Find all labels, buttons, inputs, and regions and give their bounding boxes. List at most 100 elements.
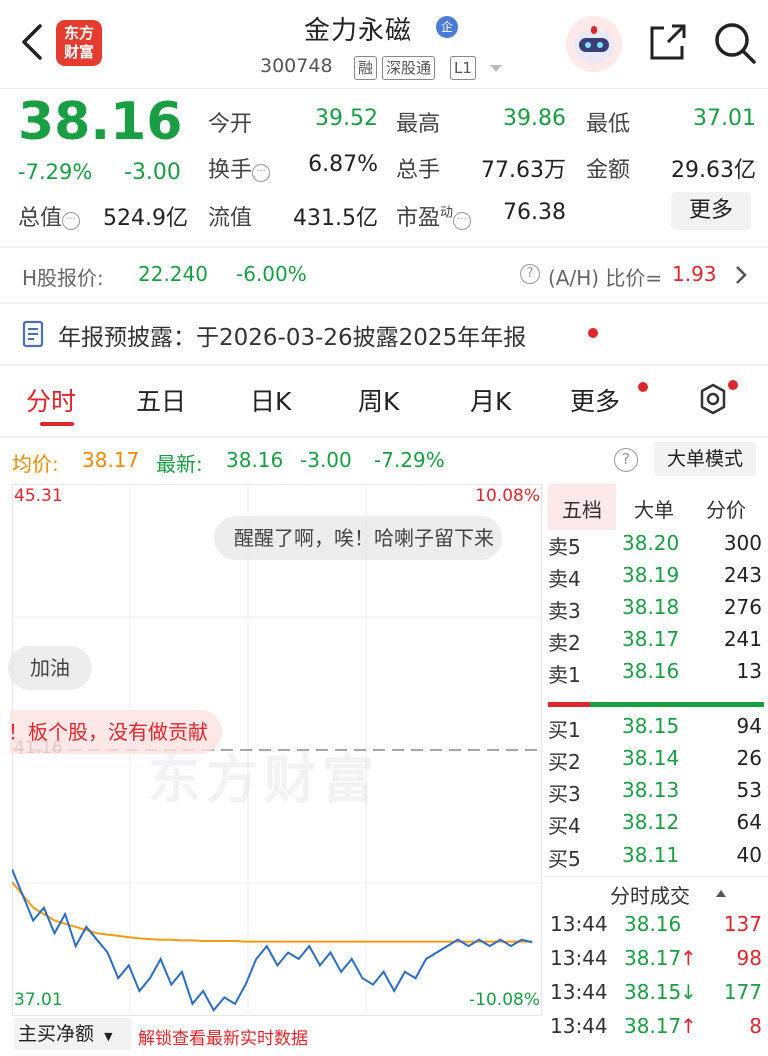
level-label: 买1 <box>548 718 581 742</box>
tick-price: 38.17 <box>624 1014 682 1038</box>
sell-level-row: 卖5 38.20 300 <box>548 531 764 563</box>
divider <box>0 88 768 89</box>
tick-time: 13:44 <box>550 912 608 936</box>
low-value: 37.01 <box>693 106 756 131</box>
tab-five-levels[interactable]: 五档 <box>562 494 602 523</box>
level-label: 买3 <box>548 782 581 806</box>
indicator-dropdown[interactable]: 主买净额 ▼ <box>14 1018 132 1050</box>
buy-level-row: 买3 38.13 53 <box>548 778 764 810</box>
open-label: 今开 <box>208 112 253 137</box>
app-header: 东方 财富 金力永磁 企 300748 融 深股通 L1 <box>0 0 768 88</box>
ah-ratio-value: 1.93 <box>672 262 717 286</box>
info-icon[interactable]: ··· <box>453 212 472 230</box>
amount-label: 金额 <box>586 158 631 183</box>
tag-level1: L1 <box>450 56 476 80</box>
level-volume: 243 <box>723 563 762 587</box>
tab-five-day[interactable]: 五日 <box>136 382 186 418</box>
document-icon <box>22 320 44 348</box>
intraday-chart[interactable]: 45.31 10.08% 41.16 37.01 -10.08% 东方财富 醒醒… <box>8 484 542 1016</box>
level-price: 38.13 <box>622 778 680 802</box>
float-value: 431.5亿 <box>293 206 378 231</box>
tag-margin: 融 <box>354 56 378 80</box>
tick-row: 13:44 38.17 ↑ 98 <box>548 946 764 980</box>
sell-level-row: 卖1 38.16 13 <box>548 659 764 691</box>
help-icon[interactable]: ? <box>614 448 638 472</box>
latest-change: -3.00 <box>300 448 352 472</box>
danmaku-message: 板个股，没有做贡献！ <box>10 710 222 754</box>
info-icon[interactable]: ··· <box>252 164 271 182</box>
unlock-realtime-link[interactable]: 解锁查看最新实时数据 <box>138 1024 308 1049</box>
buy-level-row: 买4 38.12 64 <box>548 810 764 842</box>
level-price: 38.16 <box>622 659 680 683</box>
divider <box>0 246 768 248</box>
more-button[interactable]: 更多 <box>671 192 751 230</box>
level-price: 38.11 <box>622 843 680 867</box>
tab-price-distribution[interactable]: 分价 <box>706 494 746 523</box>
level-label: 买5 <box>548 847 581 871</box>
tab-monthly-k[interactable]: 月K <box>470 382 511 418</box>
tick-direction-arrow: ↑ <box>680 1014 697 1038</box>
tick-direction-arrow: ↑ <box>680 946 697 970</box>
dropdown-arrow-icon[interactable] <box>490 65 502 72</box>
divider <box>0 302 768 304</box>
level-volume: 13 <box>736 659 762 683</box>
tick-time: 13:44 <box>550 980 608 1004</box>
sell-level-row: 卖2 38.17 241 <box>548 627 764 659</box>
tick-row: 13:44 38.16 137 <box>548 912 764 946</box>
tab-weekly-k[interactable]: 周K <box>358 382 399 418</box>
stock-code: 300748 <box>260 55 333 77</box>
tab-big-orders[interactable]: 大单 <box>634 494 674 523</box>
mktcap-value: 524.9亿 <box>103 206 188 231</box>
app-logo[interactable]: 东方 财富 <box>56 20 102 66</box>
buy-level-row: 买2 38.14 26 <box>548 746 764 778</box>
tab-intraday[interactable]: 分时 <box>26 382 76 418</box>
axis-top-left: 45.31 <box>14 486 63 506</box>
level-volume: 300 <box>723 531 762 555</box>
ticks-header[interactable]: 分时成交 <box>610 880 690 909</box>
current-price: 38.16 <box>18 92 183 152</box>
level-volume: 241 <box>723 627 762 651</box>
settings-red-dot <box>728 380 738 390</box>
buy-level-row: 买5 38.11 40 <box>548 843 764 875</box>
level-price: 38.18 <box>622 595 680 619</box>
share-icon[interactable] <box>646 22 688 64</box>
tab-more[interactable]: 更多 <box>570 382 620 418</box>
big-order-mode-button[interactable]: 大单模式 <box>654 442 756 476</box>
caret-up-icon <box>716 890 726 897</box>
notice-text: 年报预披露：于2026-03-26披露2025年年报 <box>58 325 527 351</box>
level-volume: 64 <box>736 810 762 834</box>
tab-daily-k[interactable]: 日K <box>250 382 291 418</box>
high-value: 39.86 <box>503 106 566 131</box>
buy-sell-ratio-bar <box>548 702 764 707</box>
sell-level-row: 卖4 38.19 243 <box>548 563 764 595</box>
info-icon[interactable]: ··· <box>62 212 81 230</box>
axis-bottom-right: -10.08% <box>469 990 540 1010</box>
divider <box>0 436 768 438</box>
search-icon[interactable] <box>712 20 758 66</box>
tick-volume: 98 <box>736 946 762 970</box>
tick-price: 38.16 <box>624 912 682 936</box>
back-arrow-icon[interactable] <box>18 22 46 62</box>
help-icon[interactable]: ? <box>520 264 540 284</box>
high-label: 最高 <box>396 112 441 137</box>
robot-assistant-icon[interactable] <box>566 16 622 72</box>
hshare-pct: -6.00% <box>236 262 307 286</box>
level-volume: 276 <box>723 595 762 619</box>
level-price: 38.14 <box>622 746 680 770</box>
hshare-price: 22.240 <box>138 262 208 286</box>
ah-ratio-label: (A/H) 比价= <box>548 266 663 290</box>
chevron-right-icon <box>736 266 747 284</box>
level-volume: 53 <box>736 778 762 802</box>
tag-sz-connect: 深股通 <box>382 56 436 80</box>
turnover-label: 换手 ··· <box>208 152 271 184</box>
tick-volume: 8 <box>749 1014 762 1038</box>
mktcap-label: 总值 ··· <box>18 200 81 232</box>
price-line <box>12 868 533 1012</box>
level-label: 卖1 <box>548 663 581 687</box>
axis-bottom-left: 37.01 <box>14 990 63 1010</box>
volume-value: 77.63万 <box>481 158 566 183</box>
settings-gear-icon[interactable] <box>694 382 732 418</box>
bottom-bar: 主买净额 ▼ 解锁查看最新实时数据 <box>12 1016 542 1056</box>
latest-value: 38.16 <box>226 448 284 472</box>
tick-row: 13:44 38.17 ↑ 8 <box>548 1014 764 1048</box>
